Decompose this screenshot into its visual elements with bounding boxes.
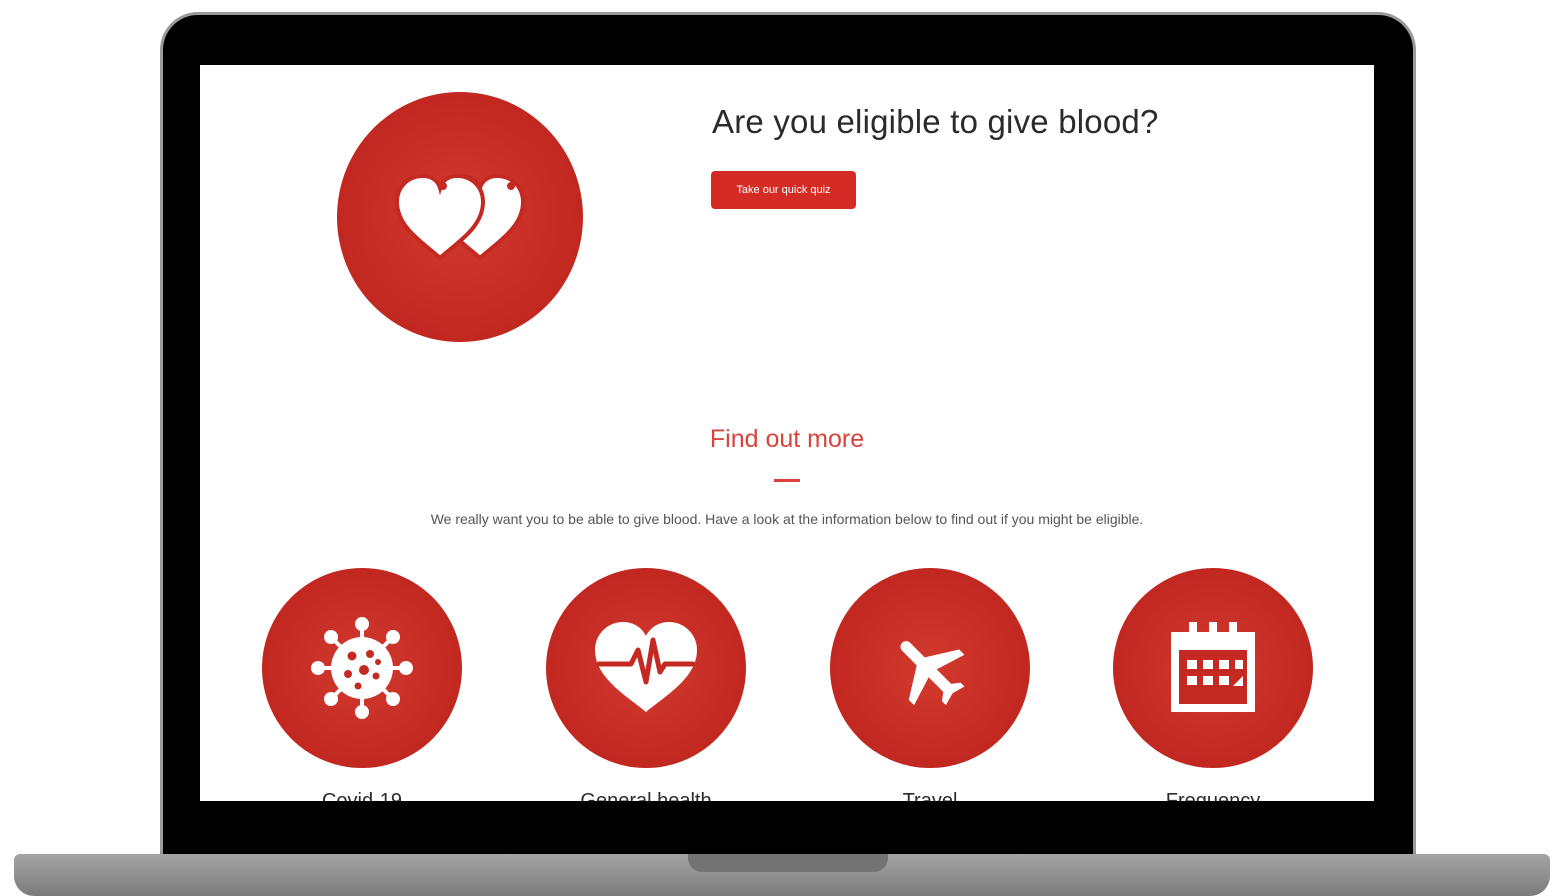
category-label: Travel [902, 790, 958, 801]
two-hearts-icon [394, 173, 526, 261]
virus-icon [311, 617, 413, 719]
category-circle[interactable] [546, 568, 746, 768]
quiz-button[interactable]: Take our quick quiz [711, 171, 856, 209]
heartbeat-icon [595, 622, 697, 712]
intro-text: We really want you to be able to give bl… [430, 511, 1144, 527]
category-label: General health [580, 790, 712, 801]
hero-title: Are you eligible to give blood? [712, 103, 1159, 140]
airplane-icon [900, 641, 965, 706]
section-divider [774, 479, 800, 482]
browser-screen: Are you eligible to give blood? Take our… [200, 65, 1374, 801]
category-travel[interactable]: Travel [830, 568, 1030, 801]
calendar-icon [1171, 622, 1255, 712]
category-covid[interactable]: Covid-19 [262, 568, 462, 801]
category-label: Frequency [1165, 790, 1261, 801]
laptop-notch [688, 854, 888, 872]
section-title: Find out more [709, 425, 865, 453]
category-label: Covid-19 [321, 790, 403, 801]
category-circle[interactable] [262, 568, 462, 768]
category-general-health[interactable]: General health [546, 568, 746, 801]
category-circle[interactable] [830, 568, 1030, 768]
hero-icon-circle [337, 92, 583, 342]
category-circle[interactable] [1113, 568, 1313, 768]
category-frequency[interactable]: Frequency [1113, 568, 1313, 801]
